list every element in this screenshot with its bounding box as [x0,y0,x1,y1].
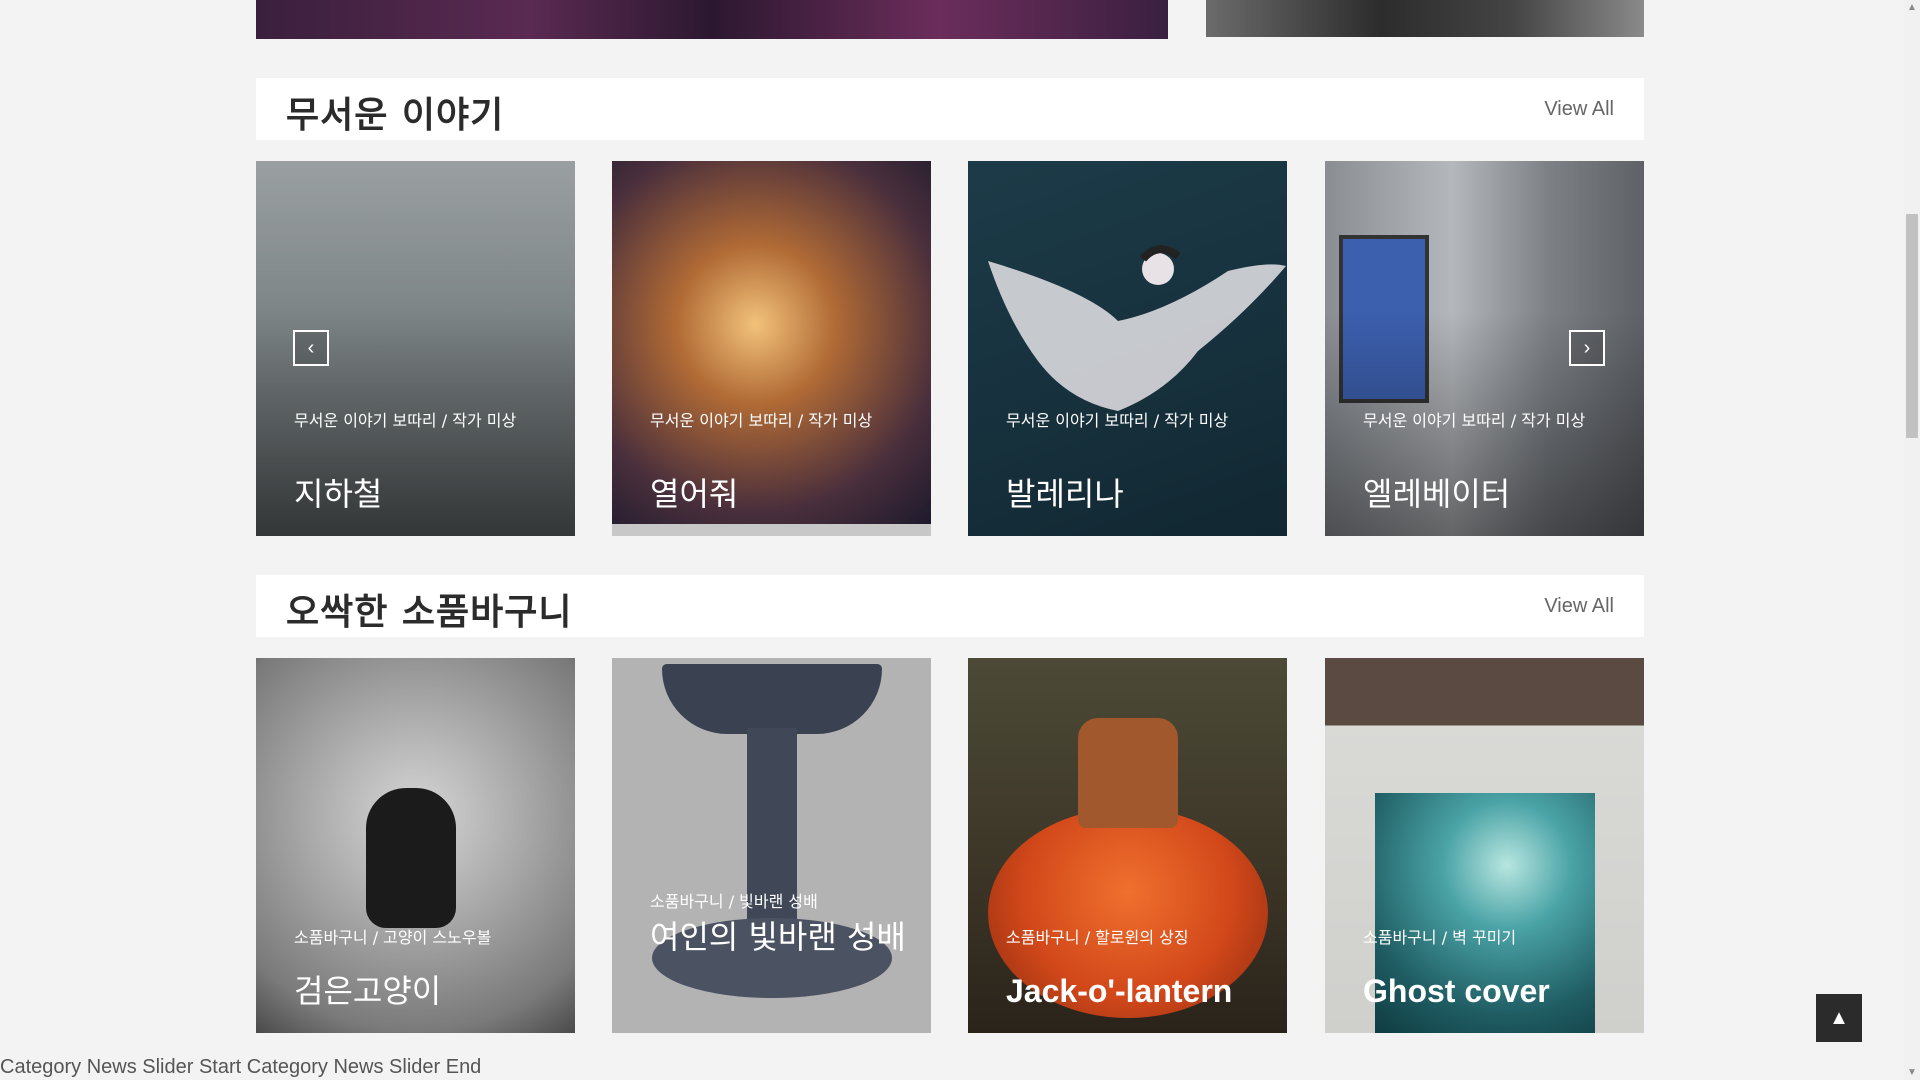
prop-card[interactable]: 소품바구니 / 고양이 스노우볼 검은고양이 [256,658,575,1033]
card-title[interactable]: Jack-o'-lantern [1006,972,1263,1010]
card-title[interactable]: 여인의 빛바랜 성배 [650,918,907,956]
card-title[interactable]: 열어줘 [650,475,907,513]
section-header-props: 오싹한 소품바구니 View All [256,575,1644,637]
card-meta: 소품바구니 / 고양이 스노우볼 [294,928,492,947]
top-banner-image-right[interactable] [1206,0,1644,37]
prop-card[interactable]: 소품바구니 / 할로윈의 상징 Jack-o'-lantern [968,658,1287,1033]
card-meta: 무서운 이야기 보따리 / 작가 미상 [294,411,517,430]
view-all-link[interactable]: View All [1544,98,1614,121]
card-title[interactable]: 검은고양이 [294,972,551,1010]
black-cat-figure [366,788,456,928]
back-to-top-button[interactable]: ▲ [1816,994,1862,1042]
card-meta: 소품바구니 / 할로윈의 상징 [1006,928,1189,947]
prop-card[interactable]: 소품바구니 / 벽 꾸미기 Ghost cover [1325,658,1644,1033]
card-title[interactable]: 지하철 [294,475,551,513]
page-scrollbar[interactable]: ▲ ▼ [1904,0,1920,1080]
scrollbar-thumb[interactable] [1906,214,1918,438]
chalice-figure [662,664,882,734]
card-title[interactable]: 발레리나 [1006,475,1263,513]
card-meta: 소품바구니 / 벽 꾸미기 [1363,928,1517,947]
card-meta: 무서운 이야기 보따리 / 작가 미상 [1006,411,1229,430]
section-header-scary-stories: 무서운 이야기 View All [256,78,1644,140]
slider-next-button[interactable]: › [1569,330,1605,366]
story-card[interactable]: 무서운 이야기 보따리 / 작가 미상 발레리나 [968,161,1287,536]
slider-prev-button[interactable]: ‹ [293,330,329,366]
view-all-link[interactable]: View All [1544,595,1614,618]
scroll-up-icon[interactable]: ▲ [1907,2,1917,13]
chevron-right-icon: › [1583,337,1591,359]
chevron-up-icon: ▲ [1829,1007,1849,1029]
card-title[interactable]: 엘레베이터 [1363,475,1620,513]
scroll-down-icon[interactable]: ▼ [1907,1067,1917,1078]
prop-card[interactable]: 소품바구니 / 빛바랜 성배 여인의 빛바랜 성배 [612,658,931,1033]
section-title: 오싹한 소품바구니 [286,592,573,633]
card-meta: 무서운 이야기 보따리 / 작가 미상 [1363,411,1586,430]
card-meta: 소품바구니 / 빛바랜 성배 [650,892,818,911]
card-image [612,161,931,524]
top-banner-image-left[interactable] [256,0,1168,39]
footer-text: Category News Slider Start Category News… [0,1056,482,1078]
card-title[interactable]: Ghost cover [1363,972,1620,1010]
chevron-left-icon: ‹ [307,337,315,359]
card-meta: 무서운 이야기 보따리 / 작가 미상 [650,411,873,430]
section-title: 무서운 이야기 [286,95,505,136]
story-card[interactable]: 무서운 이야기 보따리 / 작가 미상 열어줘 [612,161,931,536]
